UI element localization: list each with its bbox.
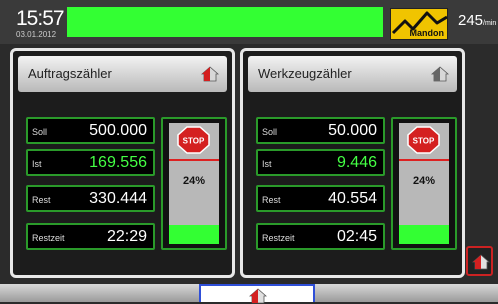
threshold-line [399, 159, 449, 161]
row-value: 22:29 [106, 228, 147, 245]
status-bar [67, 7, 383, 37]
row-soll: Soll 50.000 [256, 117, 385, 144]
row-value: 9.446 [336, 154, 377, 171]
row-soll: Soll 500.000 [26, 117, 155, 144]
home-tab[interactable] [199, 284, 315, 304]
row-restzeit: Restzeit 22:29 [26, 223, 155, 250]
gauge-fill [399, 224, 449, 244]
gauge-body: STOP 24% [169, 123, 219, 244]
row-label: Ist [32, 159, 42, 169]
row-ist: Ist 169.556 [26, 149, 155, 176]
rate-value: 245 [458, 12, 484, 29]
progress-gauge: STOP 24% [391, 117, 457, 250]
gauge-fill [169, 224, 219, 244]
row-ist: Ist 9.446 [256, 149, 385, 176]
row-label: Rest [32, 195, 51, 205]
panel-header: Auftragszähler [18, 56, 227, 92]
row-label: Soll [32, 127, 48, 137]
house-icon [472, 254, 490, 270]
panel-title: Werkzeugzähler [258, 66, 352, 81]
row-label: Restzeit [262, 233, 295, 243]
mandon-logo: Mandon [390, 8, 448, 40]
house-icon[interactable] [201, 66, 219, 82]
rate-unit: /min [483, 20, 497, 27]
row-rest: Rest 330.444 [26, 185, 155, 212]
row-label: Restzeit [32, 233, 65, 243]
clock-date: 03.01.2012 [16, 30, 57, 39]
gauge-percent: 24% [412, 175, 436, 187]
stop-sign-text: STOP [413, 137, 435, 146]
row-label: Rest [262, 195, 281, 205]
row-rest: Rest 40.554 [256, 185, 385, 212]
panel-header: Werkzeugzähler [248, 56, 457, 92]
rate-display: 245/min [458, 12, 496, 29]
panel-auftragszaehler: Auftragszähler Soll 500.000 Ist 169.556 … [10, 48, 235, 278]
gauge-percent: 24% [182, 175, 206, 187]
row-value: 50.000 [328, 122, 377, 139]
progress-gauge: STOP 24% [161, 117, 227, 250]
row-value: 330.444 [89, 190, 147, 207]
panel-title: Auftragszähler [28, 66, 112, 81]
row-label: Soll [262, 127, 278, 137]
house-icon[interactable] [431, 66, 449, 82]
stop-sign-text: STOP [183, 137, 205, 146]
row-value: 02:45 [336, 228, 377, 245]
threshold-line [169, 159, 219, 161]
clock-time: 15:57 [16, 7, 65, 30]
stop-sign-icon: STOP [177, 126, 210, 154]
panel-werkzeugzaehler: Werkzeugzähler Soll 50.000 Ist 9.446 Res… [240, 48, 465, 278]
row-label: Ist [262, 159, 272, 169]
row-restzeit: Restzeit 02:45 [256, 223, 385, 250]
gauge-body: STOP 24% [399, 123, 449, 244]
logo-text: Mandon [409, 28, 445, 38]
row-value: 500.000 [89, 122, 147, 139]
row-value: 169.556 [89, 154, 147, 171]
stop-sign-icon: STOP [407, 126, 440, 154]
top-bar: 15:57 03.01.2012 Mandon 245/min [0, 0, 498, 44]
home-button[interactable] [466, 246, 493, 276]
row-value: 40.554 [328, 190, 377, 207]
